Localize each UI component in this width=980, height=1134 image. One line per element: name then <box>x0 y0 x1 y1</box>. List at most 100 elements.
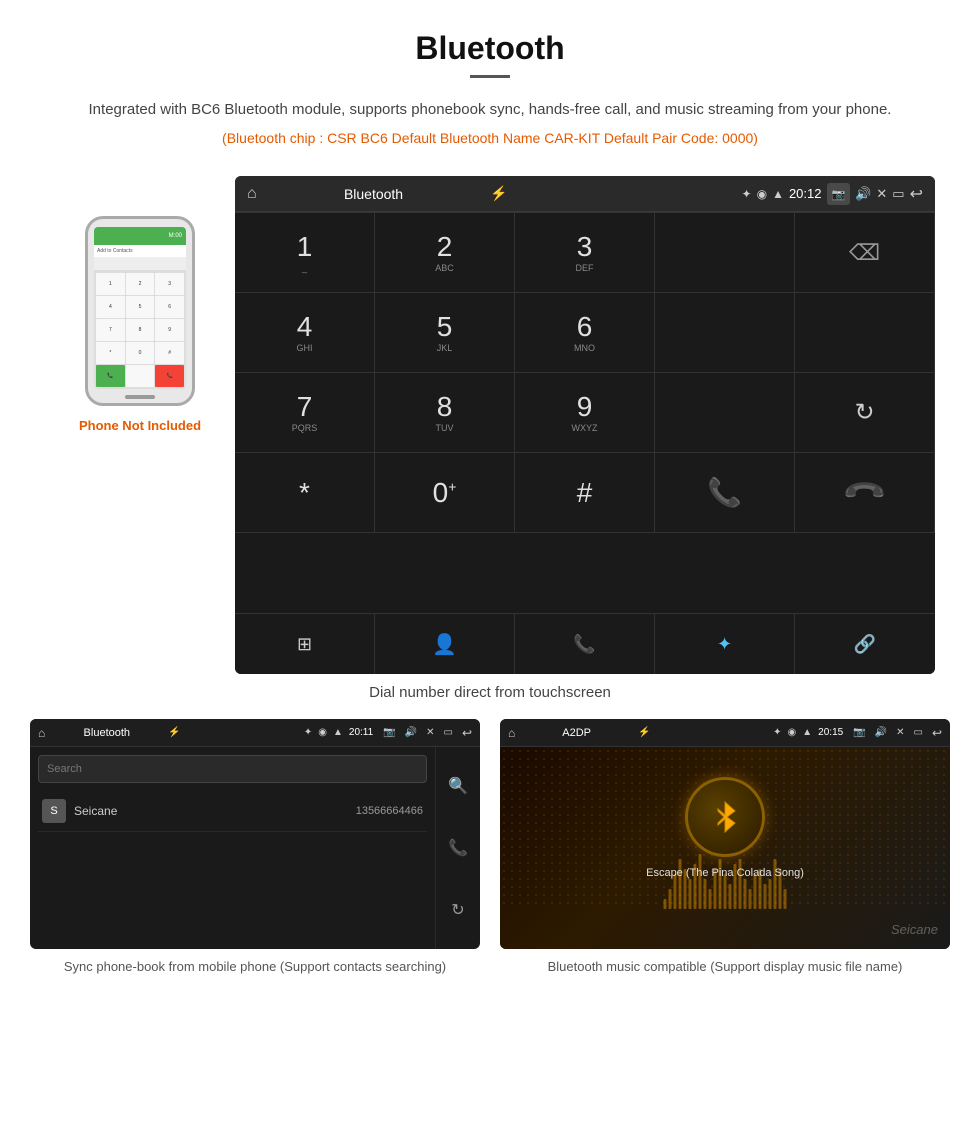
dial-key-0[interactable]: 0+ <box>375 453 515 533</box>
dial-letters: MNO <box>574 343 595 353</box>
dial-key-star[interactable]: * <box>235 453 375 533</box>
dial-key-3[interactable]: 3 DEF <box>515 213 655 293</box>
music-screen-wrap: ⌂ A2DP ⚡ ✦ ◉ ▲ 20:15 📷 🔊 ✕ ▭ ↩ <box>500 719 950 977</box>
phone-key-call[interactable]: 📞 <box>96 365 125 387</box>
dial-android-screen: ⌂ Bluetooth ⚡ ✦ ◉ ▲ 20:12 📷 🔊 ✕ ▭ ↩ <box>235 176 935 674</box>
phone-key[interactable]: 2 <box>126 273 155 295</box>
phone-keypad: 1 2 3 4 5 6 7 8 9 * 0 # 📞 📞 <box>94 271 186 389</box>
dial-letters: DEF <box>576 263 594 273</box>
contact-row[interactable]: S Seicane 13566664466 <box>38 791 427 832</box>
music-statusbar: ⌂ A2DP ⚡ ✦ ◉ ▲ 20:15 📷 🔊 ✕ ▭ ↩ <box>500 719 950 747</box>
dial-backspace[interactable]: ⌫ <box>795 213 935 293</box>
dial-key-8[interactable]: 8 TUV <box>375 373 515 453</box>
scr-icon-small[interactable]: ▭ <box>443 727 452 738</box>
back-icon[interactable]: ↩ <box>910 184 923 204</box>
music-android: ⌂ A2DP ⚡ ✦ ◉ ▲ 20:15 📷 🔊 ✕ ▭ ↩ <box>500 719 950 949</box>
dial-key-5[interactable]: 5 JKL <box>375 293 515 373</box>
nav-bluetooth[interactable]: ✦ <box>655 614 795 674</box>
phone-key[interactable]: 0 <box>126 342 155 364</box>
dial-key-7[interactable]: 7 PQRS <box>235 373 375 453</box>
music-caption-text: Bluetooth music compatible (Support disp… <box>548 959 903 974</box>
dial-key-9[interactable]: 9 WXYZ <box>515 373 655 453</box>
nav-phone[interactable]: 📞 <box>515 614 655 674</box>
status-time: 20:12 <box>789 186 822 201</box>
bt-icon-music: ✦ <box>773 727 781 738</box>
music-song-title: Escape (The Pina Colada Song) <box>646 867 804 879</box>
phone-key[interactable]: 3 <box>155 273 184 295</box>
dial-number: 7 <box>297 393 313 421</box>
phonebook-statusbar: ⌂ Bluetooth ⚡ ✦ ◉ ▲ 20:11 📷 🔊 ✕ ▭ ↩ <box>30 719 480 747</box>
phone-key[interactable]: 7 <box>96 319 125 341</box>
backspace-icon: ⌫ <box>849 240 880 266</box>
dial-key-2[interactable]: 2 ABC <box>375 213 515 293</box>
contacts-icon: 👤 <box>432 632 457 657</box>
volume-icon[interactable]: 🔊 <box>855 186 871 202</box>
main-caption: Dial number direct from touchscreen <box>0 684 980 701</box>
dial-number: # <box>577 479 593 507</box>
phone-screen: M:00 Add to Contacts 1 2 3 4 5 6 7 8 <box>94 227 186 389</box>
home-icon-small[interactable]: ⌂ <box>38 726 45 740</box>
phone-screen-top: M:00 <box>94 227 186 245</box>
nav-contacts[interactable]: 👤 <box>375 614 515 674</box>
contact-number: 13566664466 <box>356 805 423 817</box>
vol-icon-small[interactable]: 🔊 <box>405 727 417 738</box>
dial-letters: _ <box>302 263 307 273</box>
back-icon-music[interactable]: ↩ <box>932 726 942 740</box>
dial-key-hash[interactable]: # <box>515 453 655 533</box>
dial-letters: GHI <box>296 343 312 353</box>
screen-icon[interactable]: ▭ <box>892 186 904 202</box>
scr-icon-music[interactable]: ▭ <box>914 727 923 738</box>
dial-key-6[interactable]: 6 MNO <box>515 293 655 373</box>
dial-key-4[interactable]: 4 GHI <box>235 293 375 373</box>
home-icon-music[interactable]: ⌂ <box>508 726 515 740</box>
close-icon-small[interactable]: ✕ <box>426 727 434 738</box>
phone-key[interactable]: 6 <box>155 296 184 318</box>
keypad-icon: ⊞ <box>297 634 312 655</box>
cam-icon-music[interactable]: 📷 <box>853 727 865 738</box>
call-action-icon[interactable]: 📞 <box>448 838 468 858</box>
dial-letters: TUV <box>436 423 454 433</box>
page-header: Bluetooth Integrated with BC6 Bluetooth … <box>0 0 980 176</box>
phone-key[interactable]: * <box>96 342 125 364</box>
nav-link[interactable]: 🔗 <box>795 614 935 674</box>
link-icon: 🔗 <box>854 634 876 655</box>
phone-key-end[interactable]: 📞 <box>155 365 184 387</box>
close-icon[interactable]: ✕ <box>876 186 887 202</box>
title-underline <box>470 75 510 78</box>
phone-key[interactable]: 4 <box>96 296 125 318</box>
dial-key-1[interactable]: 1 _ <box>235 213 375 293</box>
dial-number: 9 <box>577 393 593 421</box>
vol-icon-music[interactable]: 🔊 <box>875 727 887 738</box>
dial-number: 3 <box>577 233 593 261</box>
phone-key[interactable]: # <box>155 342 184 364</box>
bt-icon-small: ✦ <box>304 727 312 738</box>
signal-icon: ▲ <box>772 187 784 201</box>
search-action-icon[interactable]: 🔍 <box>448 776 468 796</box>
phone-key[interactable]: 9 <box>155 319 184 341</box>
dial-number: 4 <box>297 313 313 341</box>
cam-icon-small[interactable]: 📷 <box>383 727 395 738</box>
close-icon-music[interactable]: ✕ <box>896 727 904 738</box>
phone-key[interactable]: 8 <box>126 319 155 341</box>
phonebook-title: Bluetooth <box>51 727 162 739</box>
phonebook-screen-wrap: ⌂ Bluetooth ⚡ ✦ ◉ ▲ 20:11 📷 🔊 ✕ ▭ ↩ Sear… <box>30 719 480 977</box>
refresh-action-icon[interactable]: ↻ <box>451 900 464 920</box>
phone-key[interactable]: 1 <box>96 273 125 295</box>
back-icon-small[interactable]: ↩ <box>462 726 472 740</box>
phone-key[interactable]: 5 <box>126 296 155 318</box>
camera-icon[interactable]: 📷 <box>827 183 851 205</box>
usb-icon-small: ⚡ <box>168 727 180 738</box>
dial-refresh[interactable]: ↻ <box>795 373 935 453</box>
dial-call-red[interactable]: 📞 <box>795 453 935 533</box>
call-red-icon: 📞 <box>841 469 889 517</box>
dial-letters: PQRS <box>292 423 318 433</box>
dial-number: 2 <box>437 233 453 261</box>
refresh-icon: ↻ <box>854 398 874 427</box>
search-bar[interactable]: Search <box>38 755 427 783</box>
home-icon[interactable]: ⌂ <box>247 185 257 203</box>
phonebook-caption: Sync phone-book from mobile phone (Suppo… <box>30 957 480 977</box>
dial-call-green[interactable]: 📞 <box>655 453 795 533</box>
nav-keypad[interactable]: ⊞ <box>235 614 375 674</box>
dial-empty-1 <box>655 293 795 373</box>
search-placeholder: Search <box>47 763 82 775</box>
